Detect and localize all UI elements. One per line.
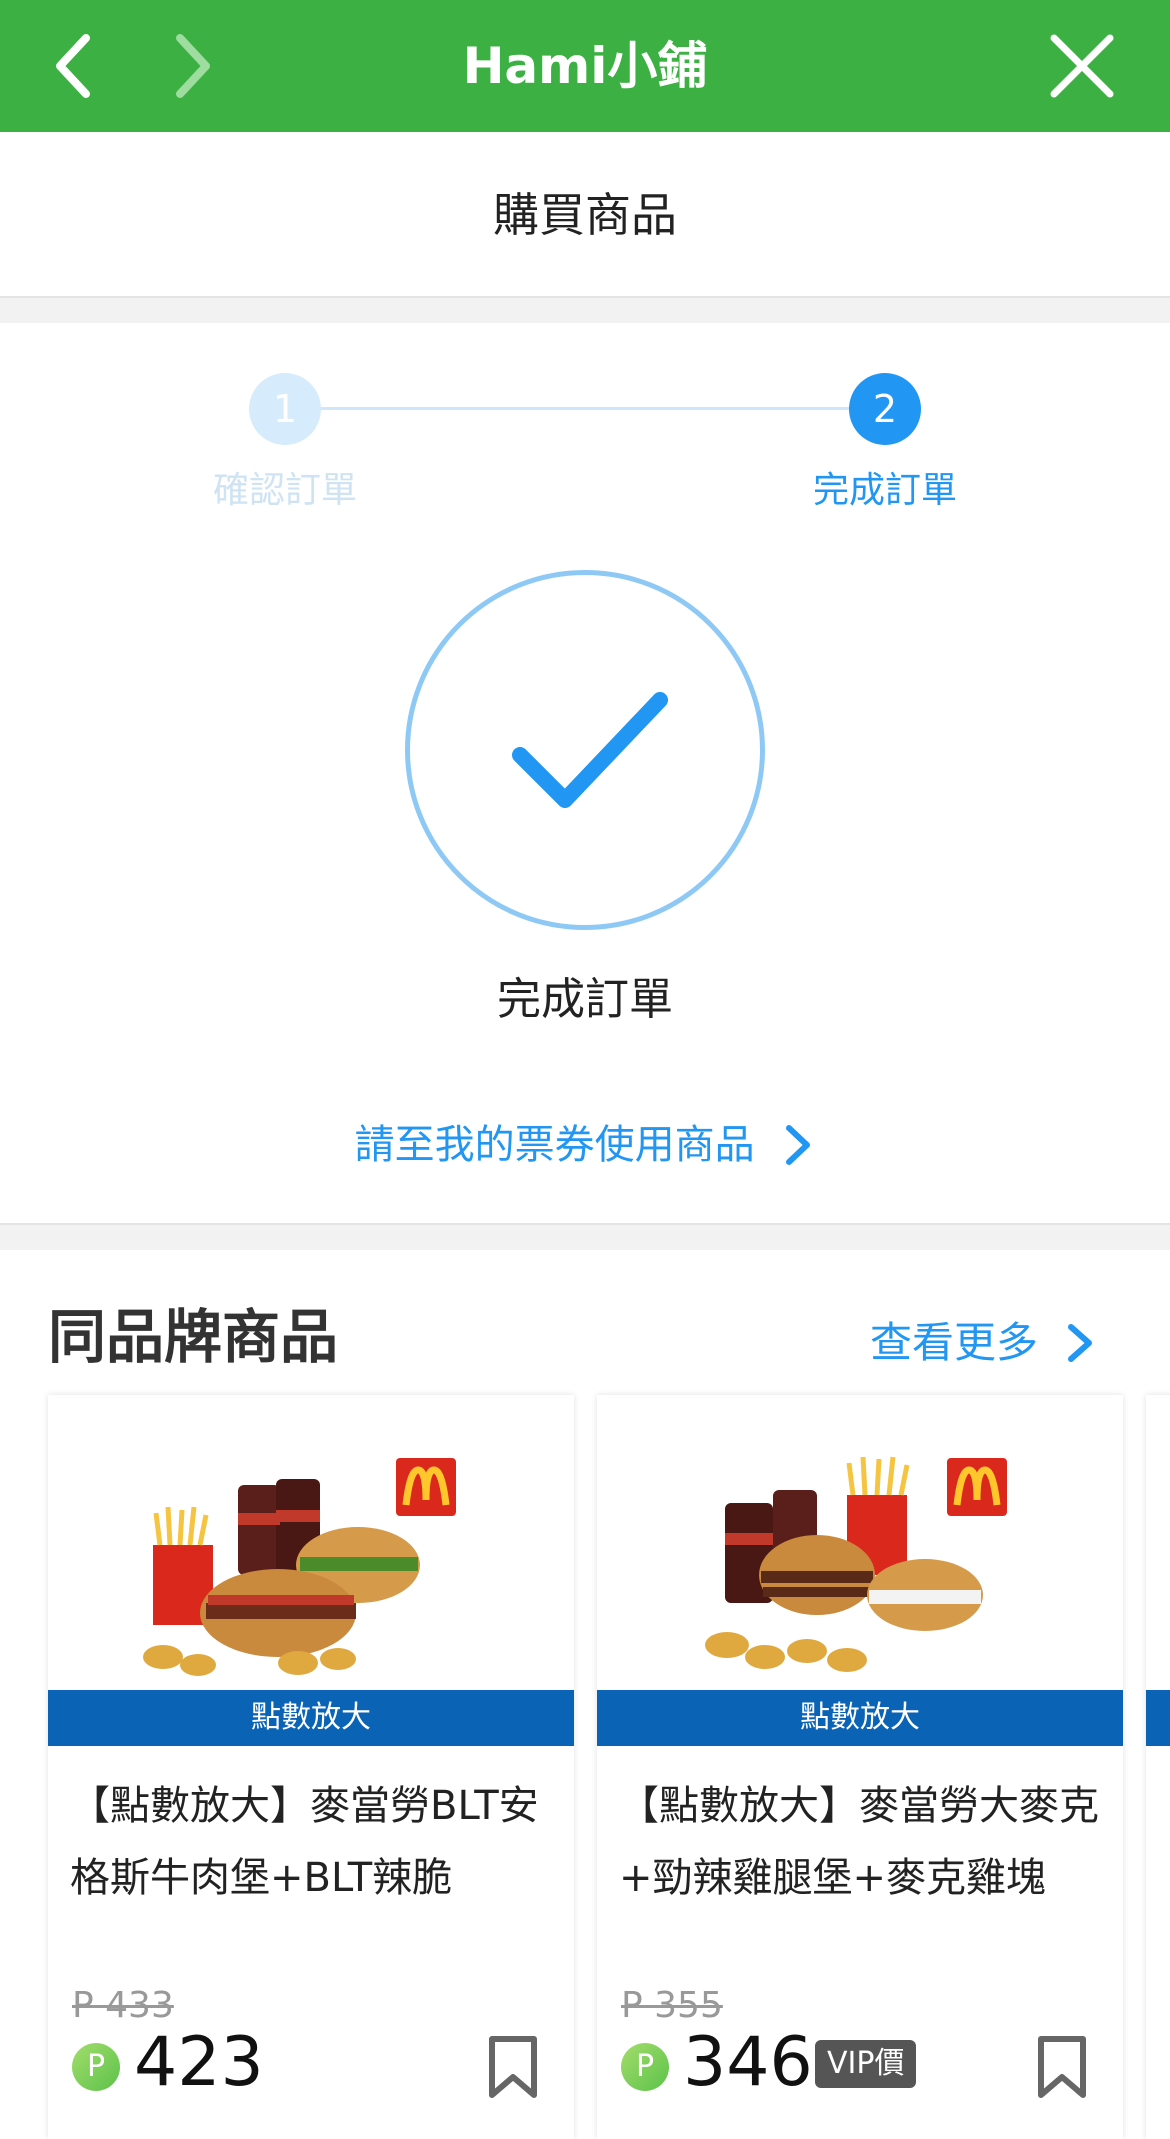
page-header: 購買商品	[0, 132, 1170, 298]
promo-banner: 點數放大	[597, 1690, 1123, 1746]
product-card[interactable]	[1146, 1395, 1170, 2139]
order-complete-card: 1 2 確認訂單 完成訂單 完成訂單 請至我的票券使用商品	[0, 323, 1170, 1225]
product-price: 346	[683, 2023, 813, 2102]
step-2-label: 完成訂單	[812, 470, 957, 511]
points-icon: P	[72, 2043, 120, 2091]
top-bar: Hami小鋪	[0, 0, 1170, 132]
product-image	[143, 1458, 456, 1676]
product-card[interactable]: 點數放大 【點數放大】麥當勞BLT安格斯牛肉堡+BLT辣脆 P 433 P 42…	[48, 1395, 574, 2139]
go-to-coupons-label: 請至我的票券使用商品	[354, 1122, 755, 1168]
see-more-link[interactable]: 查看更多	[870, 1310, 1130, 1370]
same-brand-products: 同品牌商品 查看更多 點數放大 【點數放大】麥當勞BLT安格斯牛肉堡+BLT辣脆…	[0, 1250, 1170, 2139]
close-icon	[1050, 34, 1114, 98]
original-price: P 355	[621, 1985, 723, 2026]
vip-price-badge: VIP價	[815, 2040, 917, 2088]
chevron-right-icon	[786, 1125, 811, 1165]
points-icon: P	[621, 2043, 669, 2091]
chevron-right-icon	[176, 34, 210, 98]
step-connector	[285, 407, 885, 410]
success-circle	[405, 570, 765, 930]
product-name: 【點數放大】麥當勞BLT安格斯牛肉堡+BLT辣脆	[70, 1783, 539, 1901]
promo-banner: 點數放大	[48, 1690, 574, 1746]
product-price: 423	[134, 2023, 264, 2102]
chevron-left-icon	[56, 34, 90, 98]
page-title: 購買商品	[493, 188, 677, 242]
step-1-dot: 1	[249, 373, 321, 445]
step-1-label: 確認訂單	[212, 470, 357, 511]
close-button[interactable]	[1040, 24, 1124, 108]
order-complete-label: 完成訂單	[497, 974, 673, 1025]
section-title: 同品牌商品	[48, 1303, 339, 1371]
product-name: 【點數放大】麥當勞大麥克+勁辣雞腿堡+麥克雞塊	[619, 1783, 1099, 1901]
step-2-dot: 2	[849, 373, 921, 445]
bookmark-icon[interactable]	[1035, 2035, 1089, 2099]
app-title: Hami小鋪	[462, 37, 708, 95]
go-to-coupons-link[interactable]: 請至我的票券使用商品	[300, 1108, 870, 1178]
product-image	[705, 1456, 1007, 1672]
product-card[interactable]: 點數放大 【點數放大】麥當勞大麥克+勁辣雞腿堡+麥克雞塊 P 355 P 346…	[597, 1395, 1123, 2139]
bookmark-icon[interactable]	[486, 2035, 540, 2099]
chevron-right-icon	[1068, 1323, 1093, 1362]
original-price: P 433	[72, 1985, 174, 2026]
promo-banner	[1146, 1690, 1170, 1746]
checkmark-icon	[512, 692, 668, 808]
see-more-label: 查看更多	[870, 1317, 1039, 1367]
forward-button[interactable]	[160, 24, 244, 108]
back-button[interactable]	[40, 24, 124, 108]
